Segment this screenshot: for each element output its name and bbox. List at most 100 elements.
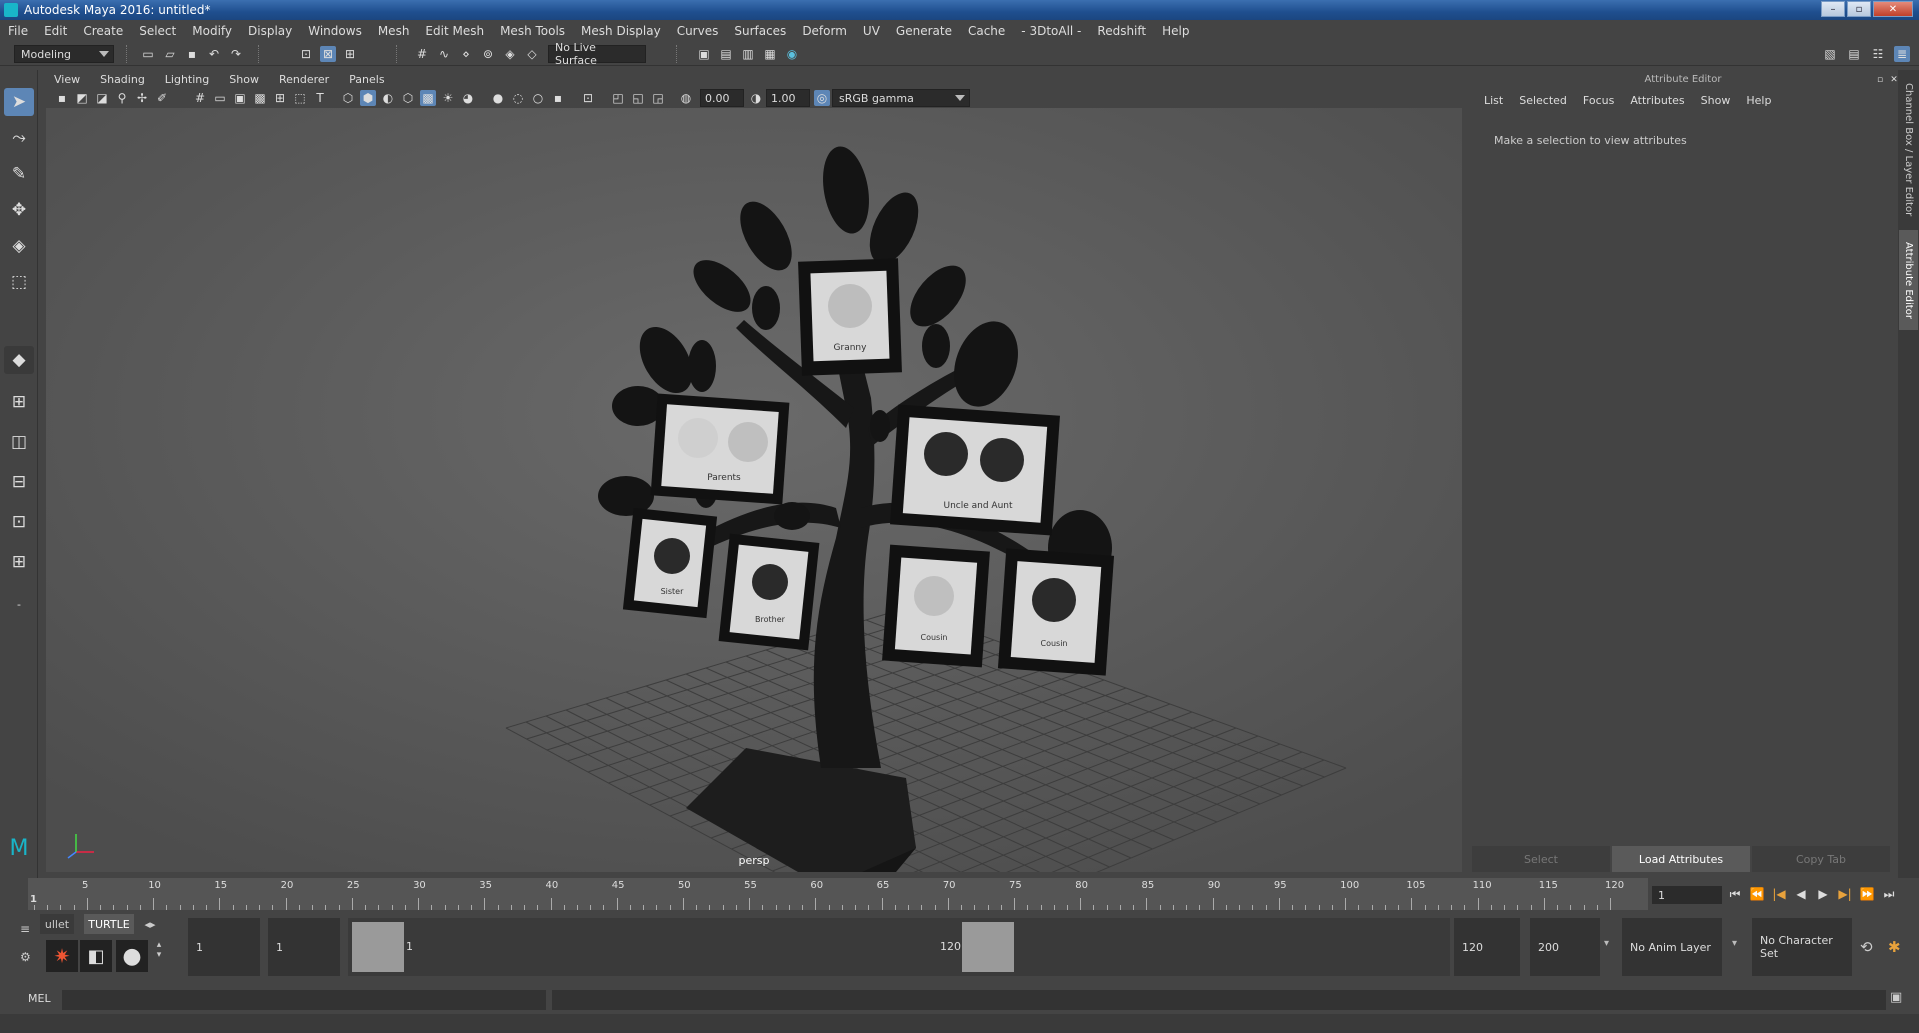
attribute-editor-toggle-icon[interactable]: ▤ [1846, 46, 1862, 62]
menu-mesh-display[interactable]: Mesh Display [573, 24, 669, 38]
snap-surface-icon[interactable]: ◈ [502, 46, 518, 62]
chevron-down-icon[interactable]: ▾ [1604, 938, 1618, 949]
range-start-handle[interactable] [352, 922, 404, 972]
select-component-icon[interactable]: ⊞ [342, 46, 358, 62]
vp-menu-lighting[interactable]: Lighting [155, 73, 219, 86]
auto-key-icon[interactable]: ⟲ [1860, 938, 1873, 956]
textured-icon[interactable]: ▩ [420, 90, 436, 106]
perspective-viewport[interactable]: Granny Parents Uncle and Aunt Sister Bro… [46, 108, 1462, 872]
ae-menu-list[interactable]: List [1476, 94, 1511, 107]
graph-layout-icon[interactable]: ⊡ [4, 508, 34, 536]
smooth-shade-icon[interactable]: ⬢ [360, 90, 376, 106]
step-back-frame-icon[interactable]: |◀ [1770, 884, 1788, 904]
field-chart-icon[interactable]: ⊞ [272, 90, 288, 106]
scale-tool-icon[interactable]: ⬚ [4, 268, 34, 296]
gamma-field[interactable]: 1.00 [766, 89, 810, 107]
menu-surfaces[interactable]: Surfaces [726, 24, 794, 38]
ae-select-button[interactable]: Select [1472, 846, 1610, 872]
frame-granny[interactable]: Granny [798, 258, 902, 376]
channel-box-tab[interactable]: Channel Box / Layer Editor [1899, 80, 1918, 220]
redshift-icon[interactable]: ◉ [784, 46, 800, 62]
frame-brother[interactable]: Brother [718, 533, 820, 651]
scene-canvas[interactable]: Granny Parents Uncle and Aunt Sister Bro… [46, 108, 1462, 872]
default-material-icon[interactable]: ◐ [380, 90, 396, 106]
menu-uv[interactable]: UV [855, 24, 888, 38]
exposure-icon[interactable]: ◍ [678, 90, 694, 106]
menu-file[interactable]: File [0, 24, 36, 38]
film-gate-icon[interactable]: ▭ [212, 90, 228, 106]
snap-curve-icon[interactable]: ∿ [436, 46, 452, 62]
gate-mask-icon[interactable]: ▩ [252, 90, 268, 106]
channel-box-toggle-icon[interactable]: ≣ [1894, 46, 1910, 62]
play-forwards-icon[interactable]: ▶ [1814, 884, 1832, 904]
undo-icon[interactable]: ↶ [206, 46, 222, 62]
hypershade-icon[interactable]: ▦ [762, 46, 778, 62]
tool-settings-icon[interactable]: ☷ [1870, 46, 1886, 62]
shadows-icon[interactable]: ◕ [460, 90, 476, 106]
character-set-dropdown[interactable]: No Character Set [1752, 918, 1852, 976]
modeling-toolkit-icon[interactable]: ▧ [1822, 46, 1838, 62]
redo-icon[interactable]: ↷ [228, 46, 244, 62]
safe-action-icon[interactable]: ⬚ [292, 90, 308, 106]
bookmark-icon[interactable]: ◪ [94, 90, 110, 106]
scene-end-field[interactable]: 200 [1530, 918, 1600, 976]
playback-end-field[interactable]: 120 [1454, 918, 1520, 976]
go-to-start-icon[interactable]: ⏮ [1726, 884, 1744, 904]
use-all-lights-icon[interactable]: ☀ [440, 90, 456, 106]
outliner-layout-icon[interactable]: ⊟ [4, 468, 34, 496]
chevron-down-icon[interactable]: ▾ [1732, 938, 1746, 949]
timeline-ruler[interactable]: 1 5 10 15 20 25 30 35 40 45 50 55 60 65 70 75 80 85 90 95 1… [28, 878, 1648, 910]
depth-of-field-icon[interactable]: ▪ [550, 90, 566, 106]
frame-parents[interactable]: Parents [650, 393, 790, 505]
vp-menu-show[interactable]: Show [219, 73, 269, 86]
select-object-icon[interactable]: ⊠ [320, 46, 336, 62]
wireframe-on-shaded-icon[interactable]: ⬡ [400, 90, 416, 106]
color-management-icon[interactable]: ◎ [814, 90, 830, 106]
step-back-key-icon[interactable]: ⏪ [1748, 884, 1766, 904]
range-slider-track[interactable] [348, 918, 1450, 976]
motion-blur-icon[interactable]: ◌ [510, 90, 526, 106]
ae-menu-show[interactable]: Show [1693, 94, 1739, 107]
maximize-button[interactable]: ▫ [1847, 1, 1871, 17]
snap-vertex-icon[interactable]: ◇ [524, 46, 540, 62]
two-pane-layout-icon[interactable]: ◫ [4, 428, 34, 456]
shelf-scroll-arrows-icon[interactable]: ◂▸ [138, 914, 162, 934]
four-view-layout-icon[interactable]: ⊞ [4, 388, 34, 416]
menu-windows[interactable]: Windows [300, 24, 370, 38]
move-tool-icon[interactable]: ✥ [4, 196, 34, 224]
mode-dropdown[interactable]: Modeling [14, 45, 114, 63]
animation-preferences-icon[interactable]: ✱ [1888, 938, 1901, 956]
select-hierarchy-icon[interactable]: ⊡ [298, 46, 314, 62]
mel-label[interactable]: MEL [28, 992, 51, 1005]
camera-attributes-icon[interactable]: ◩ [74, 90, 90, 106]
ae-copy-tab-button[interactable]: Copy Tab [1752, 846, 1890, 872]
shelf-tab-bullet[interactable]: ullet [40, 914, 74, 934]
turtle-bake-icon[interactable]: ● [116, 940, 148, 972]
turtle-settings-icon[interactable]: ◧ [80, 940, 112, 972]
image-plane-icon[interactable]: ⚲ [114, 90, 130, 106]
xray-joints-icon[interactable]: ◲ [650, 90, 666, 106]
multisample-aa-icon[interactable]: ○ [530, 90, 546, 106]
vp-menu-panels[interactable]: Panels [339, 73, 394, 86]
close-button[interactable]: ✕ [1873, 1, 1913, 17]
frame-sister[interactable]: Sister [622, 507, 718, 619]
isolate-select-icon[interactable]: ⊡ [580, 90, 596, 106]
colorspace-dropdown[interactable]: sRGB gamma [832, 89, 970, 107]
frame-uncle-aunt[interactable]: Uncle and Aunt [890, 404, 1060, 536]
ae-menu-help[interactable]: Help [1738, 94, 1779, 107]
range-end-handle[interactable] [962, 922, 1014, 972]
script-editor-icon[interactable]: ▣ [1890, 990, 1902, 1005]
shelf-tab-turtle[interactable]: TURTLE [84, 914, 134, 934]
grease-pencil-icon[interactable]: ✐ [154, 90, 170, 106]
menu-edit-mesh[interactable]: Edit Mesh [417, 24, 492, 38]
menu-3dtoall[interactable]: - 3DtoAll - [1013, 24, 1089, 38]
menu-display[interactable]: Display [240, 24, 300, 38]
ae-menu-attributes[interactable]: Attributes [1622, 94, 1692, 107]
attribute-editor-tab[interactable]: Attribute Editor [1899, 230, 1918, 330]
step-forward-key-icon[interactable]: ⏩ [1858, 884, 1876, 904]
menu-mesh-tools[interactable]: Mesh Tools [492, 24, 573, 38]
menu-redshift[interactable]: Redshift [1089, 24, 1154, 38]
paint-select-icon[interactable]: ✎ [4, 160, 34, 188]
open-scene-icon[interactable]: ▱ [162, 46, 178, 62]
gamma-icon[interactable]: ◑ [748, 90, 764, 106]
